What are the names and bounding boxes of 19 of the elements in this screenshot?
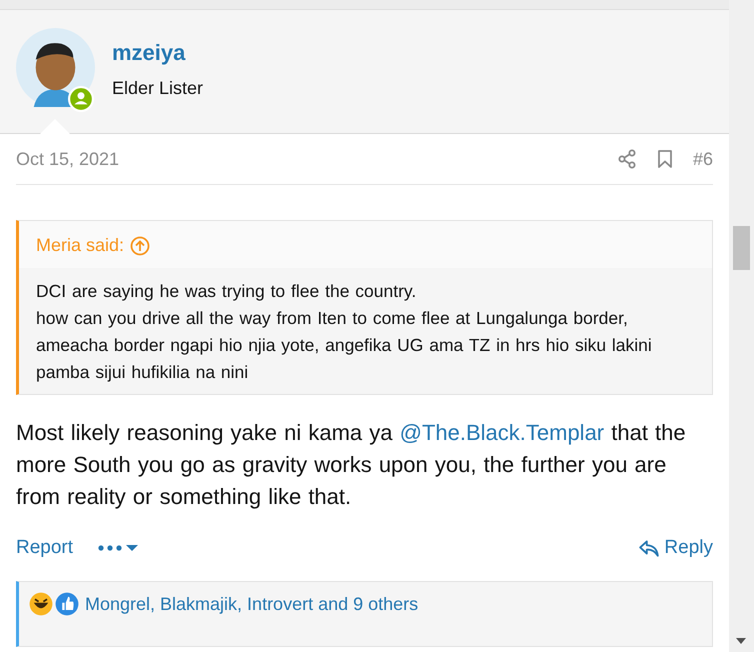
report-link[interactable]: Report (16, 537, 74, 559)
scrollbar[interactable] (729, 0, 754, 652)
user-mention-link[interactable]: @The.Black.Templar (400, 420, 604, 445)
thumbs-up-icon (55, 592, 79, 616)
reactions-link[interactable]: Mongrel, Blakmajik, Introvert and 9 others (85, 594, 418, 614)
avatar[interactable] (16, 28, 95, 107)
scrollbar-thumb[interactable] (733, 226, 750, 270)
post-date[interactable]: Oct 15, 2021 (16, 148, 617, 170)
share-icon[interactable] (616, 149, 637, 169)
post-number-link[interactable]: #6 (692, 148, 713, 170)
quote-text: how can you drive all the way from Iten to come flee at Lungalunga border, ameacha border ngapi hio njia yote, angefika UG ama TZ in hrs hio siku lakini pamba sijui hufikilia na nini (36, 307, 653, 384)
post-text: Most likely reasoning yake ni kama ya @The.Black.Templar that the more South you go as gravity works upon you, the further you are from reality or something like that. (16, 419, 687, 511)
username-link[interactable]: mzeiya (112, 40, 186, 66)
reply-link[interactable]: Reply (638, 537, 713, 559)
quote-text: DCI are saying he was trying to flee the country. (36, 280, 418, 303)
laughing-face-icon (29, 592, 53, 616)
user-title: Elder Lister (112, 77, 204, 100)
arrow-up-circle-icon[interactable] (130, 236, 150, 256)
scroll-down-arrow-icon[interactable] (736, 638, 746, 644)
